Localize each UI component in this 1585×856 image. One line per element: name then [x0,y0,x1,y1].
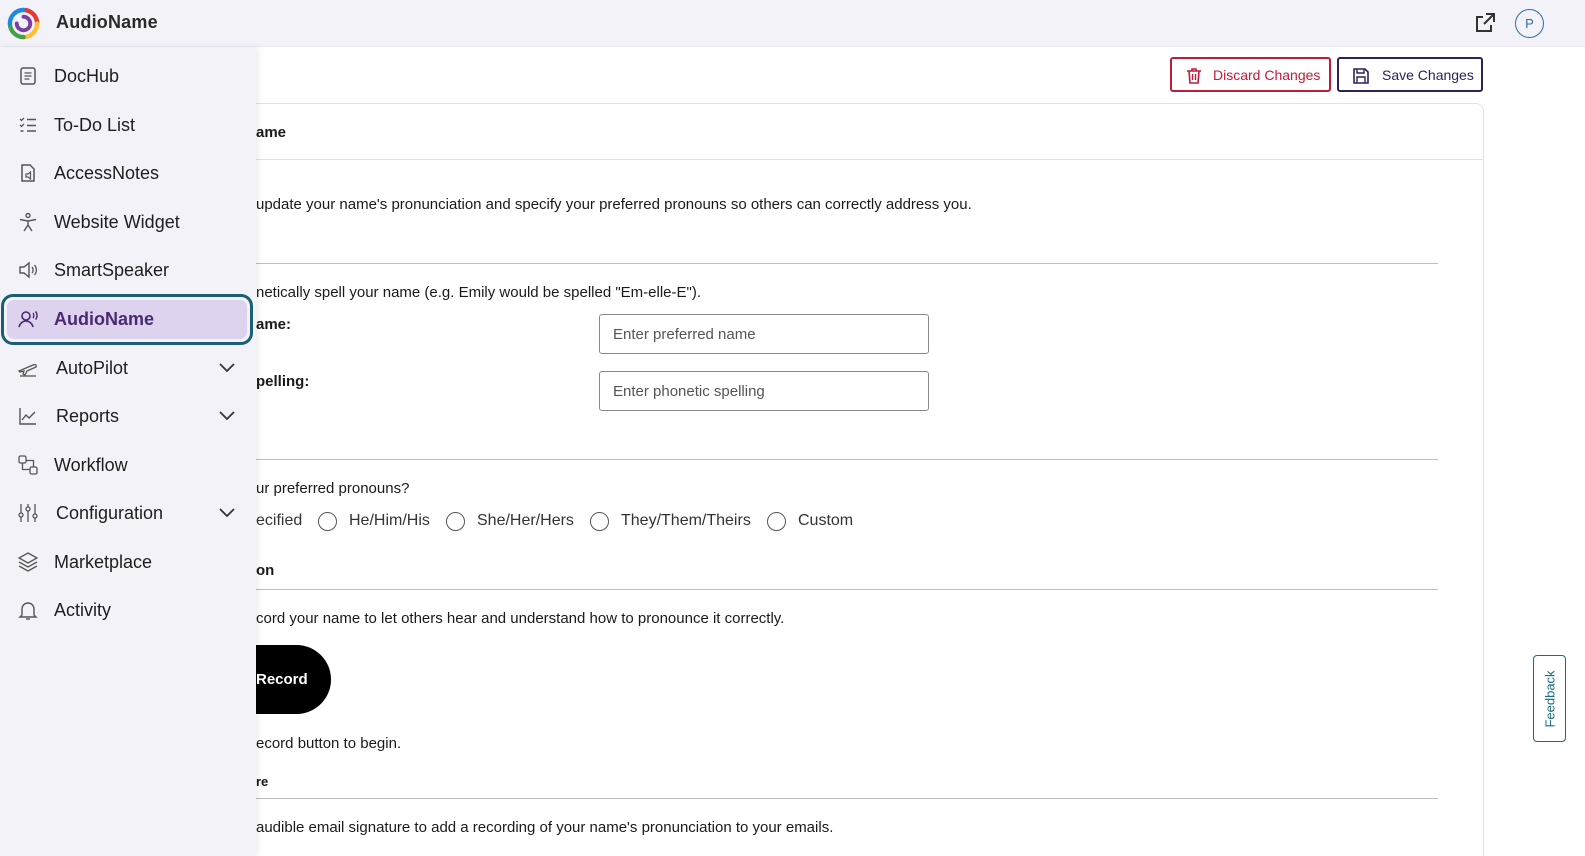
divider [200,263,1438,264]
save-icon [1353,68,1369,84]
sidebar-item-website-widget[interactable]: Website Widget [0,200,256,244]
document-icon [20,67,36,85]
person-voice-icon [18,311,38,328]
divider [200,589,1438,590]
trash-icon [1187,68,1201,84]
sidebar-item-label: Reports [56,405,120,426]
sidebar-item-label: SmartSpeaker [54,259,170,280]
pronoun-label-custom: Custom [798,512,854,529]
phonetic-hint: netically spell your name (e.g. Emily wo… [256,284,701,301]
save-changes-button[interactable]: Save Changes [1337,57,1483,92]
sidebar-item-configuration[interactable]: Configuration [0,491,256,535]
pronoun-radio-she[interactable] [446,512,465,531]
sidebar-item-label: Marketplace [54,551,153,572]
app-title: AudioName [56,12,158,32]
user-avatar[interactable]: P [1515,9,1544,38]
phonetic-spelling-input[interactable] [599,371,929,411]
feedback-label: Feedback [1542,669,1557,728]
bell-icon [18,602,38,620]
layers-icon [17,552,39,572]
save-changes-label: Save Changes [1382,67,1474,83]
card-title: ame [256,124,287,141]
sidebar-item-smartspeaker[interactable]: SmartSpeaker [0,248,256,292]
sidebar-item-label: DocHub [54,65,120,86]
pronoun-radio-they[interactable] [590,512,609,531]
sliders-icon [18,504,38,522]
sidebar-item-reports[interactable]: Reports [0,394,256,438]
workflow-icon [18,455,38,475]
sidebar-item-todo-list[interactable]: To-Do List [0,103,256,147]
sidebar-item-marketplace[interactable]: Marketplace [0,540,256,584]
record-prompt: ecord button to begin. [256,735,402,752]
sidebar-item-label: Configuration [56,502,164,523]
sidebar-item-workflow[interactable]: Workflow [0,443,256,487]
sidebar-item-accessnotes[interactable]: AccessNotes [0,151,256,195]
card-header: ame [201,104,1483,160]
intro-text: update your name's pronunciation and spe… [256,196,972,213]
recording-hint: cord your name to let others hear and un… [256,610,785,627]
discard-changes-label: Discard Changes [1213,67,1321,83]
line-chart-icon [19,408,36,425]
app-logo-icon [7,7,40,40]
sidebar-item-label: Workflow [54,454,128,475]
feedback-tab[interactable]: Feedback [1533,655,1566,742]
sidebar-item-label: AudioName [54,308,155,329]
chevron-down-icon[interactable] [217,359,237,377]
sidebar-item-activity[interactable]: Activity [0,588,256,632]
pronoun-radio-custom[interactable] [767,512,786,531]
airplane-icon [17,363,37,377]
discard-changes-button[interactable]: Discard Changes [1170,57,1331,92]
accessibility-person-icon [19,212,37,232]
signature-hint: audible email signature to add a recordi… [256,819,834,836]
chevron-down-icon[interactable] [217,407,237,425]
external-link-icon[interactable] [1473,11,1497,35]
top-bar: AudioName P [0,0,1585,47]
preferred-name-label: ame: [256,316,292,333]
sidebar-item-autopilot[interactable]: AutoPilot [0,346,256,390]
phonetic-spelling-label: pelling: [256,373,310,390]
divider [200,798,1438,799]
pronoun-label-she: She/Her/Hers [477,512,574,529]
pronoun-radio-he[interactable] [318,512,337,531]
recording-heading: on [256,562,275,579]
pronoun-label-he: He/Him/His [349,512,430,529]
sidebar: DocHub To-Do List AccessNotes Website Wi… [0,47,256,856]
pronoun-option-not-specified: ecified [256,512,303,529]
pronoun-label-they: They/Them/Theirs [621,512,751,529]
audio-document-icon [21,164,35,182]
speaker-icon [19,261,38,279]
sidebar-item-audioname[interactable]: AudioName [0,294,256,345]
sidebar-item-dochub[interactable]: DocHub [0,54,256,98]
sidebar-item-label: AccessNotes [54,162,160,183]
sidebar-item-label: Activity [54,599,112,620]
chevron-down-icon[interactable] [217,504,237,522]
checklist-icon [19,117,36,132]
sidebar-item-label: Website Widget [54,211,180,232]
divider [200,459,1438,460]
sidebar-item-label: AutoPilot [56,357,129,378]
signature-heading: re [256,774,269,789]
sidebar-item-label: To-Do List [54,114,136,135]
pronouns-question: ur preferred pronouns? [256,480,410,497]
preferred-name-input[interactable] [599,314,929,354]
record-button-label: Record [256,671,308,688]
